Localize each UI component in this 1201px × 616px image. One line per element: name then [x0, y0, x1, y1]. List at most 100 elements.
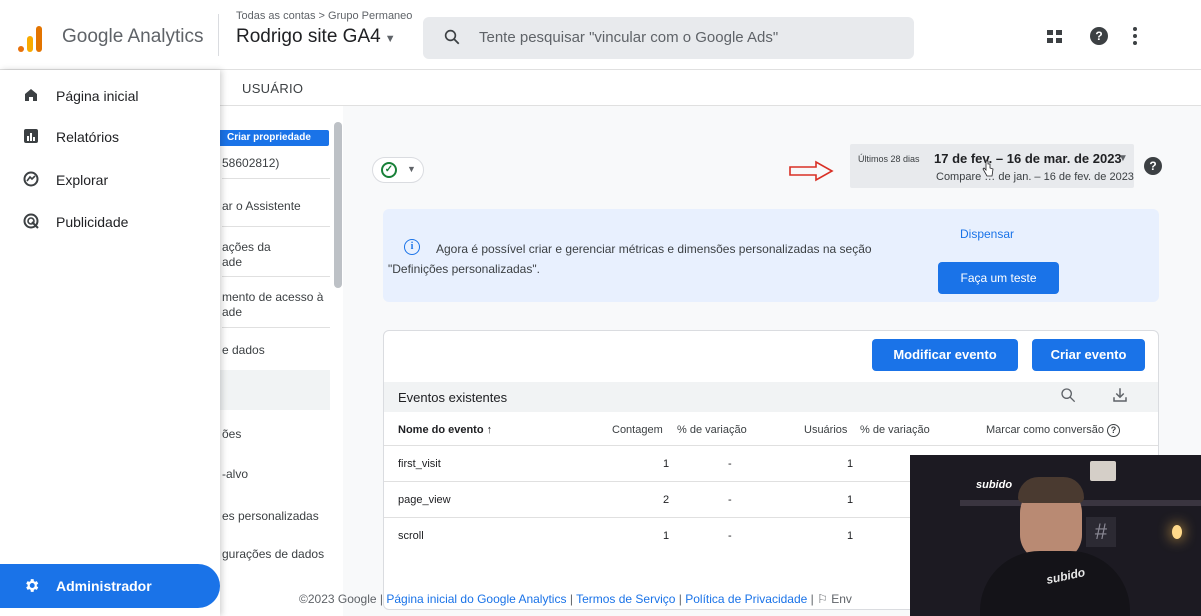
- event-name[interactable]: scroll: [398, 530, 424, 542]
- column-header-count[interactable]: Contagem: [612, 424, 663, 436]
- red-arrow-icon: [789, 160, 834, 182]
- nav-label: Publicidade: [56, 214, 129, 230]
- footer-link-home[interactable]: Página inicial do Google Analytics: [386, 592, 566, 606]
- help-icon[interactable]: ?: [1107, 424, 1120, 437]
- event-users: 1: [847, 530, 854, 542]
- footer-link-privacy[interactable]: Política de Privacidade: [685, 592, 807, 606]
- nav-item-admin[interactable]: Administrador: [0, 564, 220, 608]
- event-change: -: [728, 458, 732, 470]
- banner-text: Agora é possível criar e gerenciar métri…: [388, 242, 872, 276]
- more-vert-icon[interactable]: [1133, 27, 1137, 45]
- help-icon[interactable]: ?: [1144, 157, 1162, 175]
- admin-item-data-streams[interactable]: e dados: [222, 343, 265, 358]
- header-divider: [218, 14, 219, 56]
- admin-item-property-settings[interactable]: ações da ade: [222, 240, 271, 270]
- chevron-down-icon: ▼: [1118, 153, 1128, 164]
- nav-label: Explorar: [56, 172, 109, 188]
- modify-event-button[interactable]: Modificar evento: [872, 339, 1018, 371]
- app-title[interactable]: Google Analytics: [62, 26, 204, 48]
- try-it-button[interactable]: Faça um teste: [938, 262, 1059, 294]
- admin-item-custom-definitions[interactable]: es personalizadas: [222, 509, 319, 524]
- date-range-label: Últimos 28 dias: [858, 154, 920, 164]
- divider: [222, 178, 330, 179]
- webcam-overlay: subido # subido: [910, 455, 1201, 616]
- person-hair-illustration: [1018, 477, 1084, 503]
- hand-cursor-icon: [982, 160, 994, 177]
- gear-icon: [26, 579, 39, 592]
- admin-item-assistant[interactable]: ar o Assistente: [222, 199, 301, 214]
- divider: [222, 276, 330, 277]
- chevron-down-icon: ▼: [384, 33, 396, 45]
- admin-item-access-management[interactable]: mento de acesso à ade: [222, 290, 323, 320]
- event-change: -: [728, 530, 732, 542]
- admin-item-selected[interactable]: [220, 370, 330, 410]
- search-placeholder: Tente pesquisar "vincular com o Google A…: [479, 29, 779, 46]
- admin-item-audiences[interactable]: -alvo: [222, 467, 248, 482]
- explore-icon: [23, 171, 39, 187]
- reports-icon: [24, 129, 38, 143]
- column-header-change[interactable]: % de variação: [677, 424, 747, 436]
- advertising-icon: [23, 213, 39, 229]
- nav-item-advertising[interactable]: Publicidade: [0, 202, 220, 242]
- conversion-label: Marcar como conversão: [986, 424, 1104, 436]
- footer: ©2023 Google | Página inicial do Google …: [299, 592, 852, 606]
- event-users: 1: [847, 458, 854, 470]
- column-header-name[interactable]: Nome do evento ↑: [398, 424, 492, 436]
- column-header-conversion[interactable]: Marcar como conversão?: [986, 424, 1120, 437]
- divider: [222, 327, 330, 328]
- admin-item-events[interactable]: ões: [222, 427, 241, 442]
- footer-separator: |: [675, 592, 686, 606]
- property-id: 58602812): [222, 156, 280, 170]
- divider: [222, 226, 330, 227]
- date-range-value: 17 de fev. – 16 de mar. de 2023: [934, 151, 1122, 166]
- footer-link-terms[interactable]: Termos de Serviço: [576, 592, 675, 606]
- event-count: 1: [663, 458, 670, 470]
- property-name: Rodrigo site GA4: [236, 26, 381, 47]
- search-input[interactable]: Tente pesquisar "vincular com o Google A…: [423, 17, 914, 59]
- admin-item-data-settings[interactable]: gurações de dados: [222, 547, 324, 562]
- status-dropdown[interactable]: ✓ ▼: [372, 157, 424, 183]
- top-bar: Google Analytics Todas as contas > Grupo…: [0, 0, 1201, 70]
- search-icon[interactable]: [1060, 387, 1076, 403]
- event-name[interactable]: page_view: [398, 494, 451, 506]
- nav-item-home[interactable]: Página inicial: [0, 76, 220, 116]
- event-name[interactable]: first_visit: [398, 458, 441, 470]
- event-count: 1: [663, 530, 670, 542]
- event-users: 1: [847, 494, 854, 506]
- dismiss-link[interactable]: Dispensar: [960, 227, 1014, 241]
- footer-separator: |: [807, 592, 818, 606]
- download-icon[interactable]: [1111, 386, 1129, 404]
- copyright: ©2023 Google |: [299, 592, 387, 606]
- column-header-change[interactable]: % de variação: [860, 424, 930, 436]
- date-compare: Compare … de jan. – 16 de fev. de 2023: [936, 171, 1134, 183]
- divider: [384, 445, 1158, 446]
- event-change: -: [728, 494, 732, 506]
- scrollbar[interactable]: [334, 122, 342, 288]
- event-count: 2: [663, 494, 670, 506]
- search-icon: [444, 29, 460, 45]
- property-selector[interactable]: Rodrigo site GA4 ▼: [236, 26, 396, 48]
- nav-label: Administrador: [56, 578, 152, 594]
- feedback-link[interactable]: ⚐ Env: [817, 592, 852, 606]
- chevron-down-icon: ▼: [407, 164, 416, 174]
- apps-grid-icon[interactable]: [1047, 30, 1063, 44]
- webcam-sign: subido: [976, 479, 1013, 491]
- events-title: Eventos existentes: [398, 390, 508, 405]
- side-navigation: Página inicial Relatórios Explorar Publi…: [0, 70, 220, 616]
- nav-label: Relatórios: [56, 129, 120, 145]
- mug-illustration: [1090, 461, 1116, 481]
- analytics-logo-icon[interactable]: [18, 24, 44, 52]
- column-header-users[interactable]: Usuários: [804, 424, 847, 436]
- create-event-button[interactable]: Criar evento: [1032, 339, 1145, 371]
- tab-usuario[interactable]: USUÁRIO: [242, 81, 303, 96]
- footer-separator: |: [566, 592, 577, 606]
- help-icon[interactable]: ?: [1090, 27, 1108, 45]
- check-circle-icon: ✓: [381, 162, 397, 178]
- nav-item-reports[interactable]: Relatórios: [0, 117, 220, 157]
- breadcrumb[interactable]: Todas as contas > Grupo Permaneo: [236, 10, 412, 22]
- hash-frame-illustration: #: [1086, 517, 1116, 547]
- nav-item-explore[interactable]: Explorar: [0, 160, 220, 200]
- nav-label: Página inicial: [56, 88, 139, 104]
- create-property-button[interactable]: Criar propriedade: [205, 130, 329, 146]
- home-icon: [25, 89, 37, 101]
